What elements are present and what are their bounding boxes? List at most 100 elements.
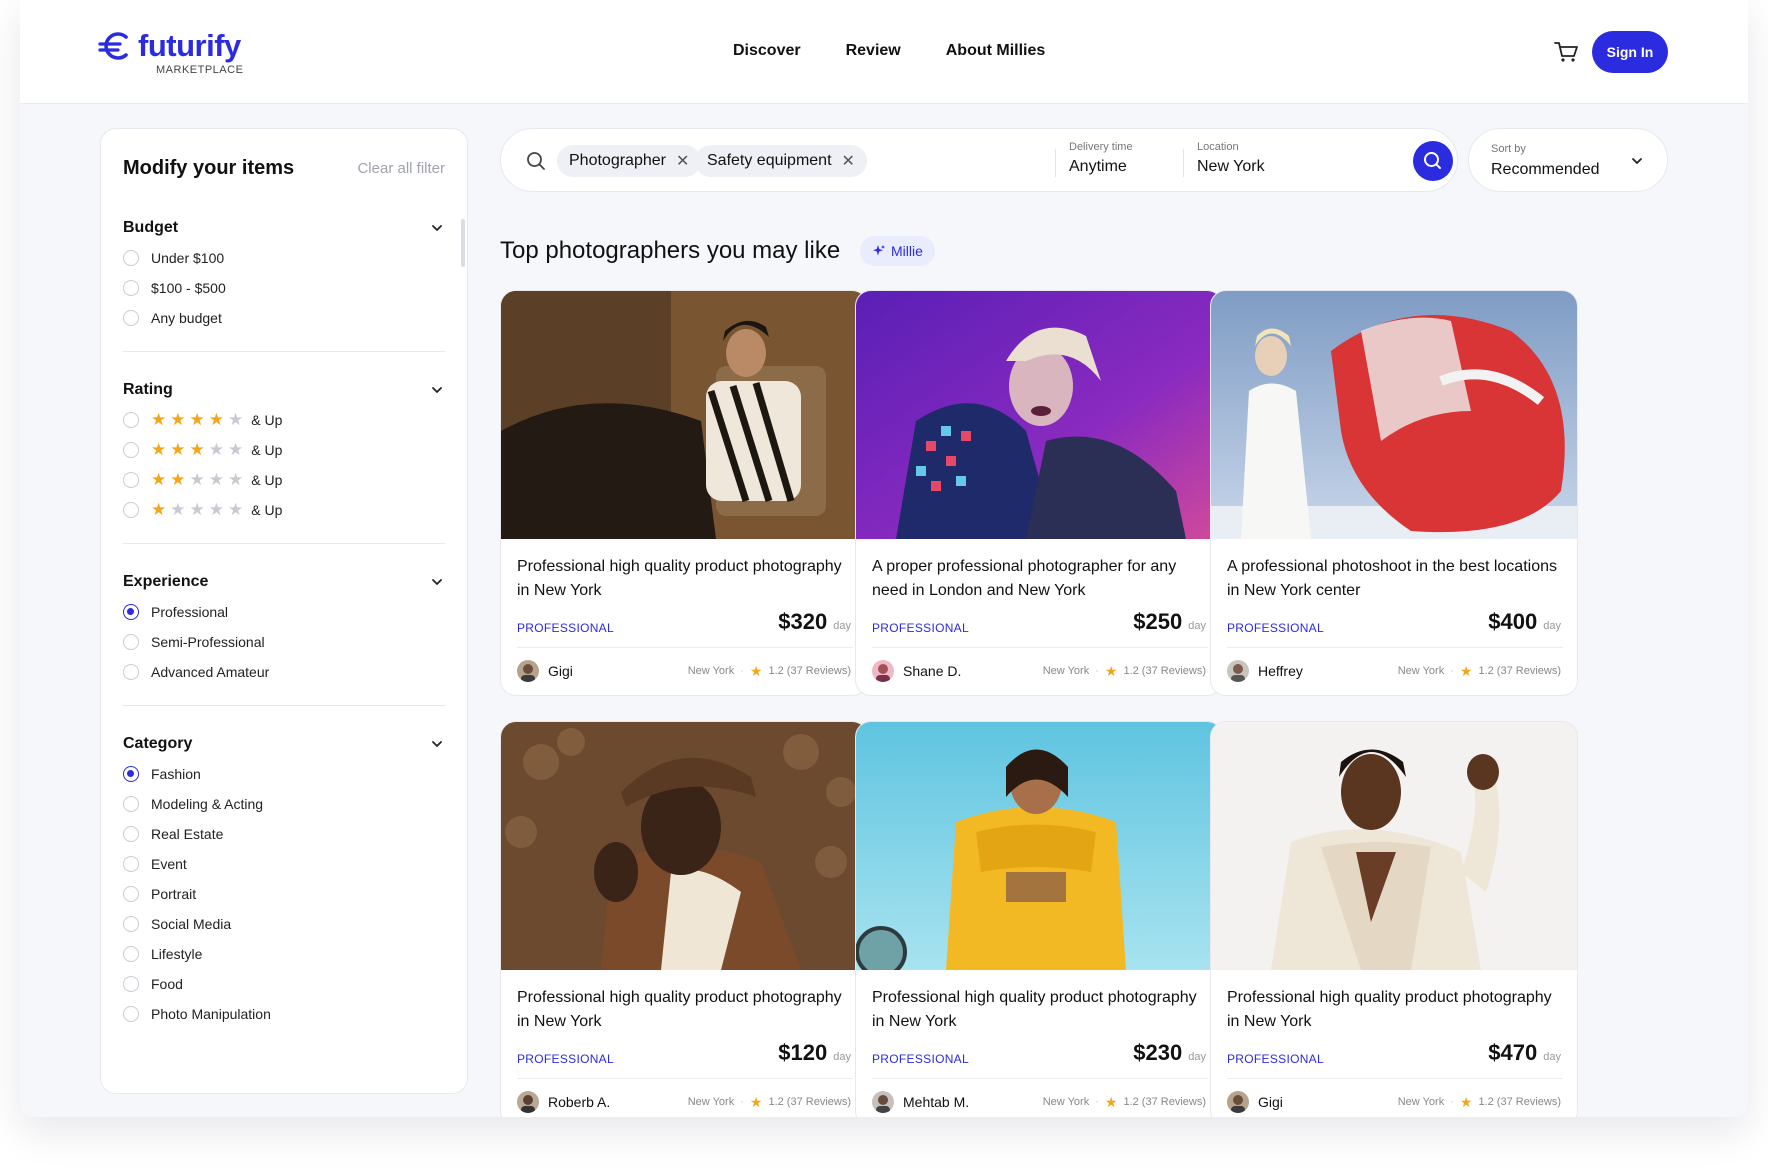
nav-about-millies[interactable]: About Millies (946, 42, 1046, 60)
budget-option[interactable]: $100 - $500 (123, 273, 445, 303)
category-option[interactable]: Lifestyle (123, 939, 445, 969)
category-option[interactable]: Food (123, 969, 445, 999)
category-filter: Category Fashion Modeling & Acting Real … (123, 733, 445, 1029)
star-icon: ★ (151, 470, 167, 489)
category-option[interactable]: Social Media (123, 909, 445, 939)
author[interactable]: Mehtab M. (872, 1091, 969, 1113)
radio-button[interactable] (123, 886, 139, 902)
radio-button[interactable] (123, 472, 139, 488)
author[interactable]: Heffrey (1227, 660, 1303, 682)
star-rating: ★ ★ ★ ★ ★ (151, 470, 243, 489)
filter-chip-photographer[interactable]: Photographer ✕ (557, 145, 702, 177)
radio-button[interactable] (123, 916, 139, 932)
rating-title: Rating (123, 381, 173, 398)
location-field[interactable]: Location New York (1197, 141, 1265, 185)
rating-option[interactable]: ★ ★ ★ ★ ★ & Up (123, 405, 445, 435)
category-option[interactable]: Event (123, 849, 445, 879)
brand-logo[interactable]: futurify MARKETPLACE (98, 28, 243, 76)
close-icon[interactable]: ✕ (842, 151, 855, 171)
listing-photo[interactable] (501, 291, 868, 539)
listing-title[interactable]: A professional photoshoot in the best lo… (1227, 555, 1567, 603)
avatar (517, 1091, 539, 1113)
chevron-down-icon[interactable] (429, 220, 445, 236)
star-icon: ★ (151, 410, 167, 429)
nav-discover[interactable]: Discover (733, 42, 801, 60)
listing-title[interactable]: Professional high quality product photog… (872, 986, 1212, 1034)
sort-dropdown[interactable]: Sort by Recommended (1468, 128, 1668, 192)
close-icon[interactable]: ✕ (676, 151, 689, 171)
sign-in-button[interactable]: Sign In (1592, 31, 1668, 73)
category-option[interactable]: Real Estate (123, 819, 445, 849)
delivery-time-field[interactable]: Delivery time Anytime (1069, 141, 1133, 185)
listing-card[interactable]: Professional high quality product photog… (855, 721, 1223, 1117)
radio-button[interactable] (123, 796, 139, 812)
budget-option[interactable]: Any budget (123, 303, 445, 333)
listing-price: $320 day (778, 609, 851, 634)
radio-button[interactable] (123, 502, 139, 518)
rating-header[interactable]: Rating (123, 379, 445, 401)
listing-card[interactable]: A proper professional photographer for a… (855, 290, 1223, 696)
chevron-down-icon[interactable] (429, 736, 445, 752)
filter-chip-safety-equipment[interactable]: Safety equipment ✕ (695, 145, 867, 177)
chevron-down-icon[interactable] (429, 574, 445, 590)
radio-button[interactable] (123, 946, 139, 962)
listing-card[interactable]: Professional high quality product photog… (500, 721, 868, 1117)
radio-button[interactable] (123, 412, 139, 428)
author[interactable]: Roberb A. (517, 1091, 610, 1113)
radio-button[interactable] (123, 976, 139, 992)
radio-button-selected[interactable] (123, 604, 139, 620)
listing-price: $250 day (1133, 609, 1206, 634)
star-icon: ★ (1104, 1094, 1118, 1110)
experience-header[interactable]: Experience (123, 571, 445, 593)
author[interactable]: Gigi (1227, 1091, 1283, 1113)
millie-badge[interactable]: Millie (860, 236, 935, 266)
rating-option[interactable]: ★ ★ ★ ★ ★ & Up (123, 465, 445, 495)
category-option[interactable]: Photo Manipulation (123, 999, 445, 1029)
radio-button[interactable] (123, 826, 139, 842)
sidebar-scrollbar[interactable] (461, 219, 465, 267)
listing-photo[interactable] (501, 722, 868, 970)
top-header: futurify MARKETPLACE Discover Review Abo… (20, 0, 1748, 104)
listing-meta: New York · ★ 1.2 (37 Reviews) (687, 663, 851, 679)
radio-button[interactable] (123, 250, 139, 266)
category-option[interactable]: Fashion (123, 759, 445, 789)
radio-button[interactable] (123, 442, 139, 458)
radio-button[interactable] (123, 856, 139, 872)
listing-photo[interactable] (1211, 722, 1578, 970)
listing-card[interactable]: Professional high quality product photog… (500, 290, 868, 696)
listing-title[interactable]: Professional high quality product photog… (517, 555, 857, 603)
rating-option[interactable]: ★ ★ ★ ★ ★ & Up (123, 495, 445, 525)
listing-title[interactable]: Professional high quality product photog… (517, 986, 857, 1034)
clear-all-filter-link[interactable]: Clear all filter (357, 160, 445, 177)
radio-button-selected[interactable] (123, 766, 139, 782)
experience-option[interactable]: Semi-Professional (123, 627, 445, 657)
nav-review[interactable]: Review (846, 42, 901, 60)
filter-sidebar: Modify your items Clear all filter Budge… (100, 128, 468, 1094)
radio-button[interactable] (123, 664, 139, 680)
listing-card[interactable]: A professional photoshoot in the best lo… (1210, 290, 1578, 696)
cart-icon[interactable] (1552, 38, 1580, 66)
experience-option[interactable]: Professional (123, 597, 445, 627)
author[interactable]: Shane D. (872, 660, 961, 682)
rating-option[interactable]: ★ ★ ★ ★ ★ & Up (123, 435, 445, 465)
experience-option[interactable]: Advanced Amateur (123, 657, 445, 687)
listing-photo[interactable] (856, 722, 1223, 970)
category-option[interactable]: Modeling & Acting (123, 789, 445, 819)
category-header[interactable]: Category (123, 733, 445, 755)
search-button[interactable] (1413, 141, 1453, 181)
field-separator (1055, 149, 1056, 177)
category-option[interactable]: Portrait (123, 879, 445, 909)
radio-button[interactable] (123, 634, 139, 650)
radio-button[interactable] (123, 280, 139, 296)
listing-title[interactable]: A proper professional photographer for a… (872, 555, 1212, 603)
listing-card[interactable]: Professional high quality product photog… (1210, 721, 1578, 1117)
listing-photo[interactable] (856, 291, 1223, 539)
chevron-down-icon[interactable] (429, 382, 445, 398)
radio-button[interactable] (123, 310, 139, 326)
budget-header[interactable]: Budget (123, 217, 445, 239)
author[interactable]: Gigi (517, 660, 573, 682)
listing-photo[interactable] (1211, 291, 1578, 539)
radio-button[interactable] (123, 1006, 139, 1022)
budget-option[interactable]: Under $100 (123, 243, 445, 273)
listing-title[interactable]: Professional high quality product photog… (1227, 986, 1567, 1034)
